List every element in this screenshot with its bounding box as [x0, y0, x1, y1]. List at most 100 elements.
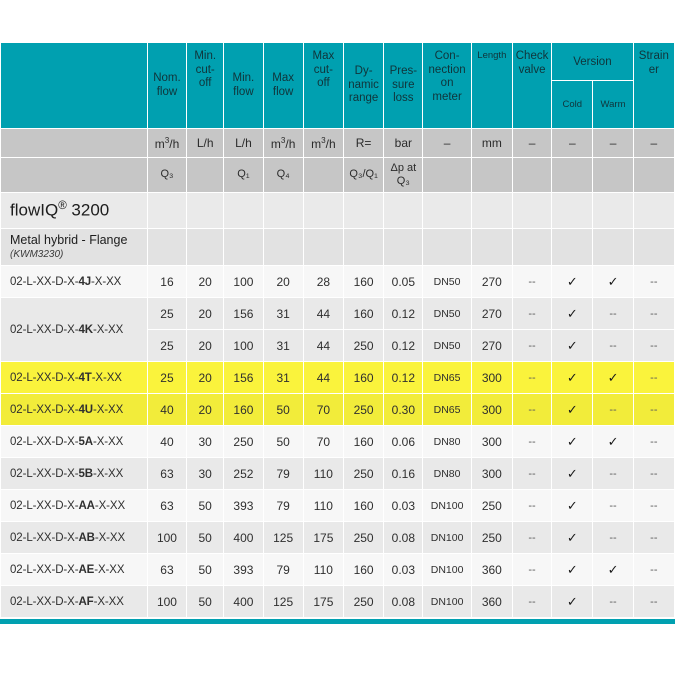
variant-spacer-2: [186, 228, 225, 266]
product-code-suffix: -X-XX: [94, 531, 126, 544]
specification-table: Nom. flow Min. cut- off Min. flow Max fl…: [0, 42, 675, 618]
cell-connection: DN100: [422, 585, 472, 618]
title-spacer-6: [342, 192, 385, 229]
cell-min-cutoff: 50: [186, 553, 225, 586]
cell-pressure-loss: 0.05: [383, 265, 424, 298]
header-version-cold: Cold: [551, 79, 594, 130]
product-variant-code: (KWM3230): [10, 248, 64, 260]
cell-version-warm: --: [592, 585, 634, 618]
cell-pressure-loss: 0.16: [383, 457, 424, 490]
table-row[interactable]: 02-L-XX-D-X-AA-X-XX 63 50 393 79 110 160 0.03 DN…: [0, 489, 675, 522]
product-code-suffix: -X-XX: [91, 275, 122, 288]
cell-min-flow: 250: [223, 425, 264, 458]
cell-min-flow: 393: [223, 553, 264, 586]
symbol-max-flow: Q₄: [262, 157, 304, 193]
cell-version-cold: ✓: [551, 329, 594, 362]
product-code-prefix: 02-L-XX-D-X-: [10, 595, 79, 608]
cell-check-valve: --: [511, 489, 553, 522]
product-code-suffix: -X-XX: [92, 323, 124, 336]
cell-nom-flow: 25: [146, 361, 188, 394]
cell-max-cutoff: 44: [302, 297, 344, 330]
cell-check-valve: --: [511, 521, 553, 554]
cell-min-cutoff: 30: [186, 425, 225, 458]
product-code-cell: 02-L-XX-D-X-AE-X-XX: [0, 553, 148, 586]
unit-strainer: –: [632, 128, 675, 158]
cell-strainer: --: [632, 425, 675, 458]
cell-check-valve: --: [511, 361, 553, 394]
cell-version-cold: ✓: [551, 393, 594, 426]
cell-dynamic-range: 160: [342, 425, 385, 458]
cell-strainer: --: [632, 265, 675, 298]
cell-dynamic-range: 160: [342, 489, 385, 522]
symbol-blank: [0, 157, 148, 193]
cell-min-flow: 400: [223, 521, 264, 554]
product-title: flowIQ® 3200: [0, 192, 148, 229]
product-code-key: 4J: [78, 275, 92, 288]
cell-length: 300: [470, 457, 513, 490]
table-row[interactable]: 02-L-XX-D-X-4J-X-XX 16 20 100 20 28 160 0.05 DN5…: [0, 265, 675, 298]
header-connection: Con- nection on meter: [422, 42, 472, 129]
bottom-accent-bar: [0, 619, 675, 624]
cell-check-valve: --: [511, 457, 553, 490]
cell-max-cutoff: 175: [302, 521, 344, 554]
cell-version-cold: ✓: [551, 265, 594, 298]
cell-check-valve: --: [511, 553, 553, 586]
product-code-key: 5B: [78, 467, 93, 480]
product-code-cell: 02-L-XX-D-X-4U-X-XX: [0, 393, 148, 426]
cell-length: 360: [470, 585, 513, 618]
cell-version-cold: ✓: [551, 553, 594, 586]
table-row[interactable]: 02-L-XX-D-X-4K-X-XX 25 20 156 31 44 160 0.12 DN5…: [0, 297, 675, 362]
table-row[interactable]: 02-L-XX-D-X-AE-X-XX 63 50 393 79 110 160 0.03 DN…: [0, 553, 675, 586]
table-body: 02-L-XX-D-X-4J-X-XX 16 20 100 20 28 160 0.05 DN5…: [0, 265, 675, 618]
cell-version-cold: ✓: [551, 489, 594, 522]
cell-version-warm: --: [592, 297, 634, 330]
unit-length: mm: [470, 128, 513, 158]
product-code-suffix: -X-XX: [92, 403, 124, 416]
cell-connection: DN65: [422, 361, 472, 394]
table-row[interactable]: 02-L-XX-D-X-4U-X-XX 40 20 160 50 70 250 0.30 DN6…: [0, 393, 675, 426]
cell-nom-flow: 63: [146, 489, 188, 522]
cell-version-warm: --: [592, 521, 634, 554]
table-row[interactable]: 02-L-XX-D-X-AB-X-XX 100 50 400 125 175 250 0.08…: [0, 521, 675, 554]
cell-min-cutoff: 20: [186, 329, 225, 362]
unit-cold: –: [551, 128, 594, 158]
table-row[interactable]: 02-L-XX-D-X-5B-X-XX 63 30 252 79 110 250 0.16 DN…: [0, 457, 675, 490]
unit-max-flow: m3/h: [262, 128, 304, 158]
header-version-group: Version: [551, 42, 634, 81]
cell-connection: DN80: [422, 425, 472, 458]
variant-spacer-4: [262, 228, 304, 266]
product-code-key: 5A: [78, 435, 93, 448]
header-min-flow: Min. flow: [223, 42, 264, 129]
product-code-key: 4U: [78, 403, 93, 416]
product-code-prefix: 02-L-XX-D-X-: [10, 403, 79, 416]
cell-nom-flow: 40: [146, 393, 188, 426]
product-code-suffix: -X-XX: [94, 499, 126, 512]
product-title-row: flowIQ® 3200: [0, 192, 675, 229]
cell-min-flow: 156: [223, 361, 264, 394]
cell-nom-flow: 25: [146, 329, 188, 362]
unit-warm: –: [592, 128, 634, 158]
cell-min-cutoff: 20: [186, 265, 225, 298]
cell-strainer: --: [632, 297, 675, 330]
symbol-length: [470, 157, 513, 193]
table-row[interactable]: 02-L-XX-D-X-AF-X-XX 100 50 400 125 175 250 0.08…: [0, 585, 675, 618]
cell-strainer: --: [632, 521, 675, 554]
product-code-prefix: 02-L-XX-D-X-: [10, 435, 79, 448]
product-code-cell: 02-L-XX-D-X-AA-X-XX: [0, 489, 148, 522]
header-max-cutoff: Max cut- off: [302, 42, 344, 129]
product-code-cell: 02-L-XX-D-X-4J-X-XX: [0, 265, 148, 298]
product-code-key: AA: [78, 499, 95, 512]
variant-spacer-9: [470, 228, 513, 266]
cell-nom-flow: 63: [146, 457, 188, 490]
table-row[interactable]: 02-L-XX-D-X-5A-X-XX 40 30 250 50 70 160 0.06 DN8…: [0, 425, 675, 458]
cell-version-cold: ✓: [551, 457, 594, 490]
symbol-min-flow: Q₁: [223, 157, 264, 193]
cell-min-cutoff: 20: [186, 361, 225, 394]
cell-pressure-loss: 0.08: [383, 585, 424, 618]
cell-check-valve: --: [511, 297, 553, 330]
table-row[interactable]: 02-L-XX-D-X-4T-X-XX 25 20 156 31 44 160 0.12 DN6…: [0, 361, 675, 394]
cell-length: 270: [470, 329, 513, 362]
cell-strainer: --: [632, 361, 675, 394]
product-code-cell: 02-L-XX-D-X-4K-X-XX: [0, 297, 148, 362]
title-spacer-11: [551, 192, 594, 229]
